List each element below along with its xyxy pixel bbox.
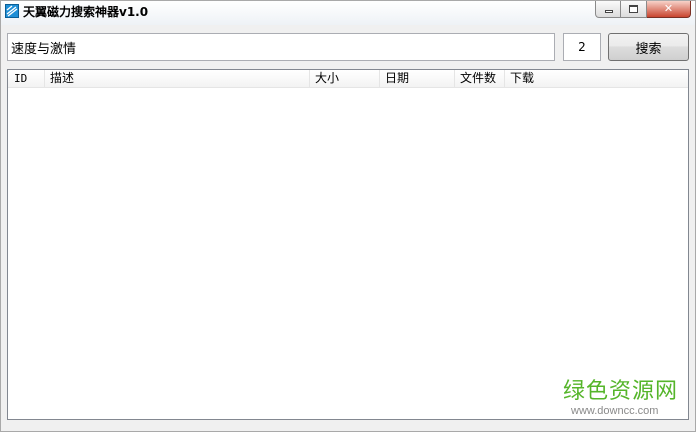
app-logo-icon (5, 4, 19, 18)
maximize-button[interactable] (621, 1, 647, 18)
close-button[interactable]: ✕ (647, 1, 691, 18)
column-header-download[interactable]: 下载 (504, 70, 688, 87)
watermark: 绿色资源网 www.downcc.com (559, 379, 687, 423)
watermark-url: www.downcc.com (571, 405, 659, 417)
minimize-button[interactable] (595, 1, 621, 18)
watermark-text: 绿色资源网 (563, 379, 679, 404)
page-number-input[interactable] (563, 33, 601, 61)
column-header-id[interactable]: ID (8, 70, 44, 87)
title-bar[interactable]: 天翼磁力搜索神器v1.0 ✕ (1, 1, 695, 25)
window-title: 天翼磁力搜索神器v1.0 (23, 5, 149, 19)
app-window: 天翼磁力搜索神器v1.0 ✕ 搜索 ID 描述 大小 日期 文件数 (0, 0, 696, 432)
search-button[interactable]: 搜索 (608, 33, 689, 61)
column-header-size[interactable]: 大小 (309, 70, 379, 87)
search-input[interactable] (7, 33, 555, 61)
window-controls: ✕ (595, 1, 691, 18)
maximize-icon (629, 5, 638, 13)
column-header-description[interactable]: 描述 (44, 70, 309, 87)
results-list[interactable]: ID 描述 大小 日期 文件数 下载 (7, 69, 689, 420)
minimize-icon (605, 10, 613, 13)
column-header-date[interactable]: 日期 (379, 70, 454, 87)
close-icon: ✕ (663, 2, 674, 15)
list-header: ID 描述 大小 日期 文件数 下载 (8, 70, 688, 88)
column-header-file-count[interactable]: 文件数 (454, 70, 504, 87)
